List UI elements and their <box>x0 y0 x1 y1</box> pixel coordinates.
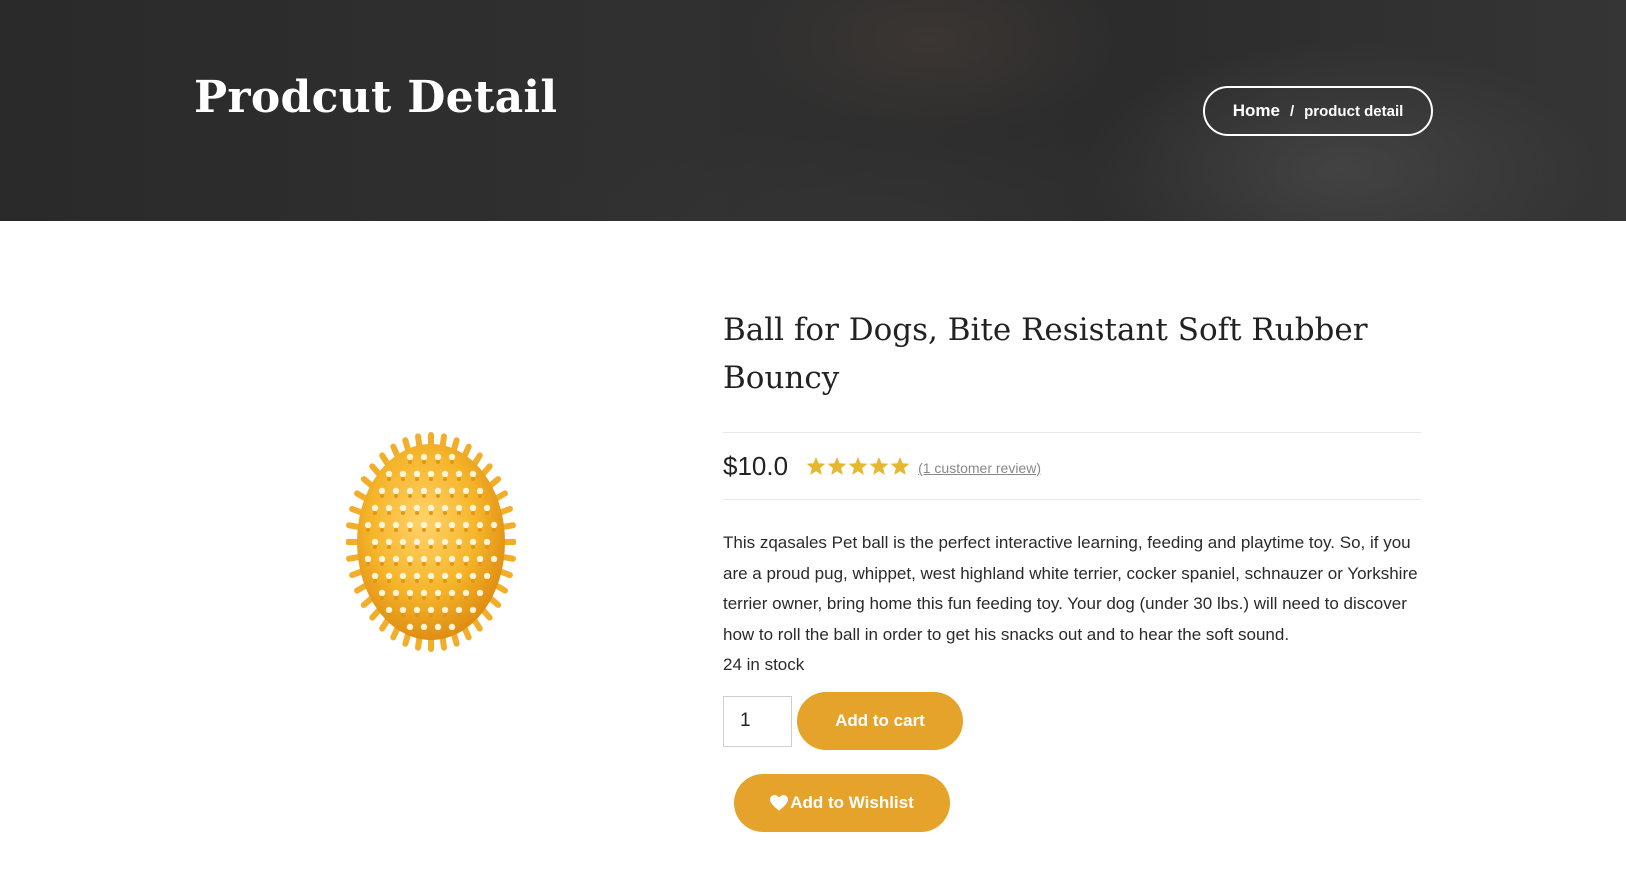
product-image[interactable] <box>345 424 517 664</box>
add-to-cart-form: Add to cart <box>723 692 1421 750</box>
breadcrumb-home-link[interactable]: Home <box>1233 101 1280 121</box>
price-rating-row: $10.0 (1 customer review) <box>723 433 1421 499</box>
quantity-input[interactable] <box>723 695 792 747</box>
heart-icon <box>770 795 789 811</box>
product-price: $10.0 <box>723 450 789 481</box>
star-icon <box>869 456 889 475</box>
product-title: Ball for Dogs, Bite Resistant Soft Rubbe… <box>723 312 1368 396</box>
breadcrumb-current: product detail <box>1304 102 1404 120</box>
divider <box>723 499 1421 500</box>
rating-stars <box>806 456 910 476</box>
breadcrumb-separator: / <box>1289 102 1295 120</box>
breadcrumb: Home / product detail <box>1203 86 1433 136</box>
product-details: Ball for Dogs, Bite Resistant Soft Rubbe… <box>723 306 1421 832</box>
wishlist-label: Add to Wishlist <box>790 793 914 812</box>
add-to-cart-button[interactable]: Add to cart <box>797 692 963 750</box>
star-icon <box>848 456 868 475</box>
stock-status: 24 in stock <box>723 655 805 674</box>
star-icon <box>806 456 826 475</box>
star-icon <box>890 456 910 475</box>
hero-background-shade <box>740 0 1120 140</box>
page-hero: Prodcut Detail Home / product detail <box>0 0 1626 221</box>
review-count-link[interactable]: (1 customer review) <box>918 460 1041 476</box>
spiky-ball-icon <box>345 432 517 652</box>
page-title: Prodcut Detail <box>194 72 558 123</box>
star-icon <box>827 456 847 475</box>
product-description: This zqasales Pet ball is the perfect in… <box>723 533 1418 644</box>
add-to-wishlist-button[interactable]: Add to Wishlist <box>734 774 950 832</box>
